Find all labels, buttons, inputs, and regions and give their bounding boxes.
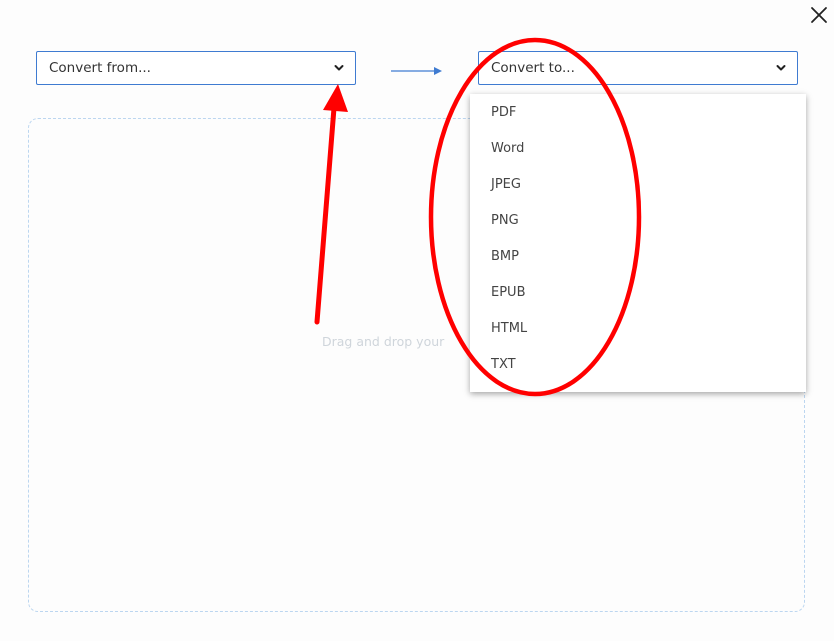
dropdown-option-bmp[interactable]: BMP — [470, 239, 806, 275]
dropdown-option-png[interactable]: PNG — [470, 203, 806, 239]
dropdown-option-epub[interactable]: EPUB — [470, 275, 806, 311]
close-icon — [811, 7, 827, 23]
convert-to-label: Convert to... — [491, 60, 575, 76]
convert-from-select[interactable]: Convert from... — [36, 51, 356, 85]
chevron-down-icon — [332, 61, 346, 75]
dropdown-option-word[interactable]: Word — [470, 131, 806, 167]
convert-to-select[interactable]: Convert to... — [478, 51, 798, 85]
dropdown-option-html[interactable]: HTML — [470, 311, 806, 347]
dropdown-option-pdf[interactable]: PDF — [470, 95, 806, 131]
close-button[interactable] — [808, 4, 830, 26]
convert-to-dropdown: PDF Word JPEG PNG BMP EPUB HTML TXT — [470, 94, 806, 392]
dropzone-text: Drag and drop your — [322, 334, 445, 349]
convert-from-label: Convert from... — [49, 60, 151, 76]
dropdown-option-txt[interactable]: TXT — [470, 347, 806, 383]
converter-dialog: Convert from... Convert to... Drag and d… — [0, 0, 834, 641]
arrow-right-icon — [391, 62, 443, 75]
dropdown-option-jpeg[interactable]: JPEG — [470, 167, 806, 203]
chevron-down-icon — [774, 61, 788, 75]
